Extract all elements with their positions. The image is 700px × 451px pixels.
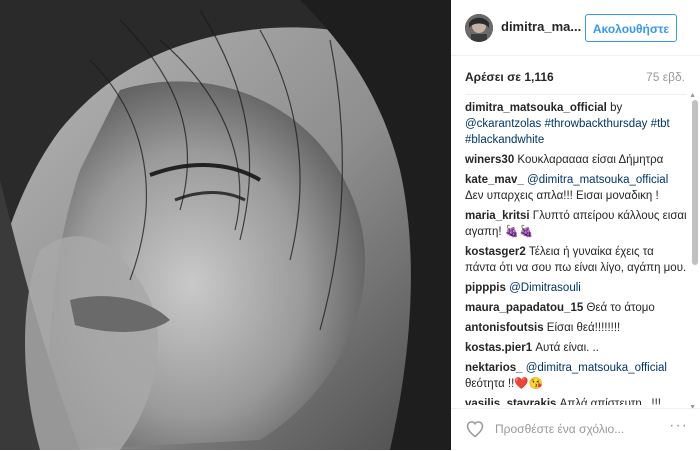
heart-icon[interactable] bbox=[465, 419, 485, 439]
comment-username[interactable]: kate_mav_ bbox=[465, 174, 524, 186]
scrollbar[interactable] bbox=[692, 100, 698, 405]
scrollbar-thumb[interactable] bbox=[692, 100, 698, 265]
instagram-post-view: dimitra_ma... Ακολουθήστε Αρέσει σε 1,11… bbox=[0, 0, 700, 450]
comment-text: Θεά το άτομο bbox=[583, 302, 655, 314]
post-header: dimitra_ma... Ακολουθήστε bbox=[451, 0, 700, 56]
avatar[interactable] bbox=[465, 14, 493, 42]
comment-username[interactable]: dimitra_matsouka_official bbox=[465, 102, 607, 114]
comment-item: vasilis_stavrakis Απλά απίστευτη...!!! bbox=[465, 396, 687, 405]
comment-mention-link[interactable]: @dimitra_matsouka_official bbox=[526, 362, 667, 374]
comment-username[interactable]: pipppis bbox=[465, 282, 506, 294]
comment-username[interactable]: antonisfoutsis bbox=[465, 322, 544, 334]
scroll-up-arrow-icon[interactable]: ▲ bbox=[689, 92, 696, 99]
comment-text: by bbox=[606, 102, 623, 114]
comment-item: maura_papadatou_15 Θεά το άτομο bbox=[465, 300, 687, 316]
comment-username[interactable]: maura_papadatou_15 bbox=[465, 302, 583, 314]
divider bbox=[465, 94, 687, 95]
more-options-icon[interactable]: ··· bbox=[669, 417, 688, 435]
comment-item: dimitra_matsouka_official by @ckarantzol… bbox=[465, 100, 687, 148]
comment-mention-link[interactable]: @Dimitrasouli bbox=[509, 282, 581, 294]
comment-username[interactable]: nektarios_ bbox=[465, 362, 523, 374]
comment-mention-link[interactable]: @ckarantzolas bbox=[465, 118, 541, 130]
comment-item: kate_mav_ @dimitra_matsouka_official Δεν… bbox=[465, 172, 687, 204]
likes-count[interactable]: Αρέσει σε 1,116 bbox=[465, 70, 554, 84]
comment-text: Αυτά είναι. .. bbox=[532, 342, 599, 354]
post-time[interactable]: 75 εβδ. bbox=[646, 70, 685, 84]
comment-username[interactable]: kostas.pier1 bbox=[465, 342, 532, 354]
comment-text: Είσαι θεά!!!!!!!! bbox=[543, 322, 621, 334]
post-side-panel: dimitra_ma... Ακολουθήστε Αρέσει σε 1,11… bbox=[451, 0, 700, 450]
comment-mention-link[interactable]: @dimitra_matsouka_official bbox=[527, 174, 668, 186]
comment-username[interactable]: kostasger2 bbox=[465, 246, 526, 258]
comment-text: Δεν υπαρχεις απλα!!! Εισαι μοναδικη ! bbox=[465, 190, 659, 202]
comment-username[interactable]: maria_kritsi bbox=[465, 210, 530, 222]
comment-username[interactable]: winers30 bbox=[465, 154, 514, 166]
likes-row: Αρέσει σε 1,116 75 εβδ. bbox=[465, 70, 685, 86]
comment-bar: ··· bbox=[451, 408, 700, 451]
comment-item: antonisfoutsis Είσαι θεά!!!!!!!! bbox=[465, 320, 687, 336]
comment-mention-link[interactable]: #blackandwhite bbox=[465, 134, 544, 146]
avatar-image bbox=[465, 14, 493, 42]
comment-item: pipppis @Dimitrasouli bbox=[465, 280, 687, 296]
comment-text: θεότητα !!❤️😘 bbox=[465, 378, 543, 390]
post-photo[interactable] bbox=[0, 0, 451, 450]
add-comment-input[interactable] bbox=[495, 419, 645, 439]
comments-list[interactable]: dimitra_matsouka_official by @ckarantzol… bbox=[465, 100, 687, 405]
comment-text: Απλά απίστευτη...!!! bbox=[556, 398, 661, 405]
comment-item: kostasger2 Τέλεια ή γυναίκα έχεις τα πάν… bbox=[465, 244, 687, 276]
comment-username[interactable]: vasilis_stavrakis bbox=[465, 398, 556, 405]
comment-mention-link[interactable]: #tbt bbox=[651, 118, 670, 130]
comment-item: nektarios_ @dimitra_matsouka_official θε… bbox=[465, 360, 687, 392]
comment-item: maria_kritsi Γλυπτό απείρου κάλλους εισα… bbox=[465, 208, 687, 240]
comment-text: Κουκλαραααα είσαι Δήμητρα bbox=[514, 154, 664, 166]
follow-button[interactable]: Ακολουθήστε bbox=[585, 14, 677, 42]
comment-item: winers30 Κουκλαραααα είσαι Δήμητρα bbox=[465, 152, 687, 168]
username-link[interactable]: dimitra_ma... bbox=[501, 19, 581, 34]
black-and-white-portrait-image bbox=[0, 0, 451, 450]
comment-item: kostas.pier1 Αυτά είναι. .. bbox=[465, 340, 687, 356]
comment-mention-link[interactable]: #throwbackthursday bbox=[544, 118, 647, 130]
